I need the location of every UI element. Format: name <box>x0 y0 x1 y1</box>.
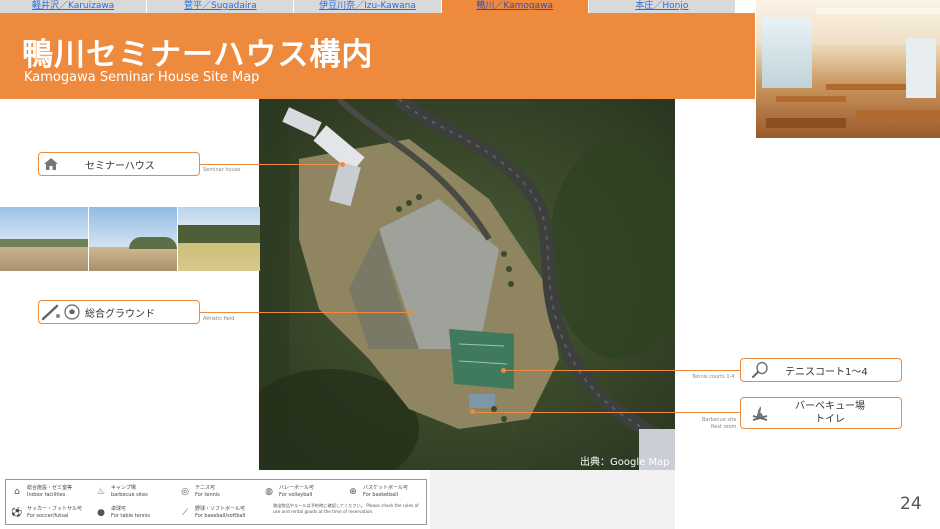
page-title: 鴨川セミナーハウス構内 <box>22 37 374 73</box>
page-subtitle: Kamogawa Seminar House Site Map <box>24 70 260 85</box>
legend-table-tennis-ja: 卓球可 <box>111 506 127 512</box>
legend-basketball-ja: バスケットボール可 <box>363 485 409 491</box>
nav-honjo[interactable]: 本庄／Honjo <box>589 0 737 13</box>
tennis-courts-label[interactable]: テニスコート1～4 <box>740 358 902 382</box>
legend-item-camp: ♨ キャンプ場 barbecue sites <box>94 485 148 499</box>
tennis-courts-en: Tennis courts 1-4 <box>692 374 735 380</box>
seminar-house-marker <box>340 162 345 167</box>
seminar-house-label-text: セミナーハウス <box>85 160 155 172</box>
aerial-map[interactable] <box>259 99 675 470</box>
seminar-house-en: Seminar house <box>203 167 241 173</box>
legend-baseball-ja: 野球・ソフトボール可 <box>195 506 246 512</box>
header-banner: 鴨川セミナーハウス構内 Kamogawa Seminar House Site … <box>0 13 755 99</box>
legend-indoor-ja: 総合施設・ゼミ室等 <box>27 485 73 491</box>
bat-ball-icon <box>39 303 81 321</box>
site-nav: 軽井沢／Karuizawa 菅平／Sugadaira 伊豆川奈／Izu-Kawa… <box>0 0 737 13</box>
campfire-icon <box>741 404 779 422</box>
legend-camp-en: barbecue sites <box>111 492 148 498</box>
nav-izu-kawana[interactable]: 伊豆川奈／Izu-Kawana <box>294 0 442 13</box>
legend-item-basketball: ⊕ バスケットボール可 For basketball <box>346 485 408 499</box>
bbq-site-marker <box>470 409 475 414</box>
field-photo-2 <box>89 207 177 271</box>
seminar-house-label[interactable]: セミナーハウス <box>38 152 200 176</box>
bat-icon: ⟋ <box>181 508 189 518</box>
tennis-racket-icon: ◎ <box>181 487 189 497</box>
legend-item-table-tennis: ● 卓球可 For table tennis <box>94 506 150 520</box>
field-photo-1 <box>0 207 88 271</box>
legend-tennis-en: For tennis <box>195 492 220 498</box>
soccer-ball-icon: ⚽ <box>11 508 23 518</box>
map-footer-area <box>430 470 675 529</box>
athletic-field-en: Athletic field <box>203 316 235 322</box>
legend-camp-ja: キャンプ場 <box>111 485 136 491</box>
legend-soccer-ja: サッカー・フットサル可 <box>27 506 83 512</box>
dining-hall-photo <box>756 0 940 138</box>
nav-karuizawa[interactable]: 軽井沢／Karuizawa <box>0 0 148 13</box>
legend-soccer-en: For soccer/futsal <box>27 513 69 519</box>
campfire-icon: ♨ <box>96 487 106 497</box>
athletic-field-marker <box>408 310 413 315</box>
legend-indoor-en: Indoor facilities <box>27 492 66 498</box>
legend-tennis-ja: テニス可 <box>195 485 216 491</box>
house-icon: ⌂ <box>14 487 20 497</box>
basketball-icon: ⊕ <box>349 487 357 497</box>
bbq-site-label-text: バーベキュー場 トイレ <box>787 400 873 426</box>
nav-sugadaira[interactable]: 菅平／Sugadaira <box>147 0 295 13</box>
facility-legend: ⌂ 総合施設・ゼミ室等 Indoor facilities ♨ キャンプ場 barb… <box>5 479 427 525</box>
tennis-courts-marker <box>501 368 506 373</box>
legend-item-volleyball: ◍ バレーボール可 For volleyball <box>262 485 314 499</box>
legend-volleyball-ja: バレーボール可 <box>279 485 315 491</box>
nav-kamogawa[interactable]: 鴨川／Kamogawa <box>441 0 589 13</box>
rest-room-en: Rest room <box>711 424 737 430</box>
legend-baseball-en: For baseball/softball <box>195 513 246 519</box>
legend-item-tennis: ◎ テニス可 For tennis <box>178 485 220 499</box>
legend-item-baseball: ⟋ 野球・ソフトボール可 For baseball/softball <box>178 506 246 520</box>
house-icon <box>39 157 63 171</box>
athletic-field-label-text: 総合グラウンド <box>85 308 155 320</box>
ping-pong-icon: ● <box>97 508 105 518</box>
bbq-site-label-line1: バーベキュー場 <box>795 401 865 412</box>
bbq-site-label[interactable]: バーベキュー場 トイレ <box>740 397 902 429</box>
tennis-racket-icon <box>741 361 779 379</box>
legend-table-tennis-en: For table tennis <box>111 513 151 519</box>
legend-note: 貸出物品やルールは予約時に確認してください。 Please check the … <box>273 503 419 514</box>
tennis-courts-label-text: テニスコート1～4 <box>785 366 868 378</box>
athletic-field-label[interactable]: 総合グラウンド <box>38 300 200 324</box>
legend-item-indoor: ⌂ 総合施設・ゼミ室等 Indoor facilities <box>10 485 72 499</box>
legend-item-soccer: ⚽ サッカー・フットサル可 For soccer/futsal <box>10 506 82 520</box>
legend-volleyball-en: For volleyball <box>279 492 313 498</box>
bbq-site-label-line2: トイレ <box>815 414 845 425</box>
field-photo-3 <box>178 207 266 271</box>
bbq-site-leader <box>473 412 740 413</box>
bbq-site-en: Barbecue site <box>702 417 737 423</box>
seminar-house-leader <box>200 164 342 165</box>
legend-basketball-en: For basketball <box>363 492 399 498</box>
volleyball-icon: ◍ <box>265 487 273 497</box>
athletic-field-leader <box>200 312 411 313</box>
tennis-courts-leader <box>503 370 740 371</box>
page-number: 24 <box>900 494 922 514</box>
map-credit: 出典：Google Map <box>580 457 670 468</box>
